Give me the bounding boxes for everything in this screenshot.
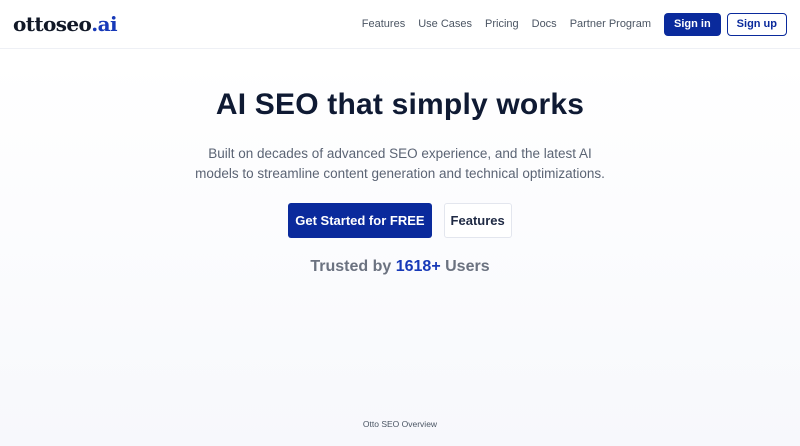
trusted-prefix: Trusted by [310,258,392,275]
nav-link-docs[interactable]: Docs [532,18,557,30]
hero-subtitle: Built on decades of advanced SEO experie… [195,146,605,181]
nav-link-use-cases[interactable]: Use Cases [418,18,472,30]
hero-section: AI SEO that simply works Built on decade… [0,88,800,276]
logo-text: ottoseo [13,12,92,36]
get-started-button[interactable]: Get Started for FREE [288,203,432,238]
trusted-suffix: Users [445,258,490,275]
user-count: 1618+ [395,258,441,275]
sign-in-button[interactable]: Sign in [664,12,721,36]
sign-up-button[interactable]: Sign up [726,12,787,36]
ottoseo-logo[interactable]: ottoseo .ai [13,12,118,36]
cta-row: Get Started for FREE Features [0,203,800,238]
logo-accent-text: .ai [91,12,118,36]
overview-video-label: Otto SEO Overview [362,419,438,429]
nav-link-pricing[interactable]: Pricing [485,18,519,30]
nav-menu: Features Use Cases Pricing Docs Partner … [362,12,787,36]
top-navbar: ottoseo .ai Features Use Cases Pricing Do… [0,0,800,49]
features-button[interactable]: Features [443,203,512,238]
nav-link-features[interactable]: Features [362,18,405,30]
nav-link-partner-program[interactable]: Partner Program [570,18,651,30]
trusted-by-text: Trusted by 1618+ Users [0,258,800,276]
hero-title: AI SEO that simply works [215,88,585,121]
